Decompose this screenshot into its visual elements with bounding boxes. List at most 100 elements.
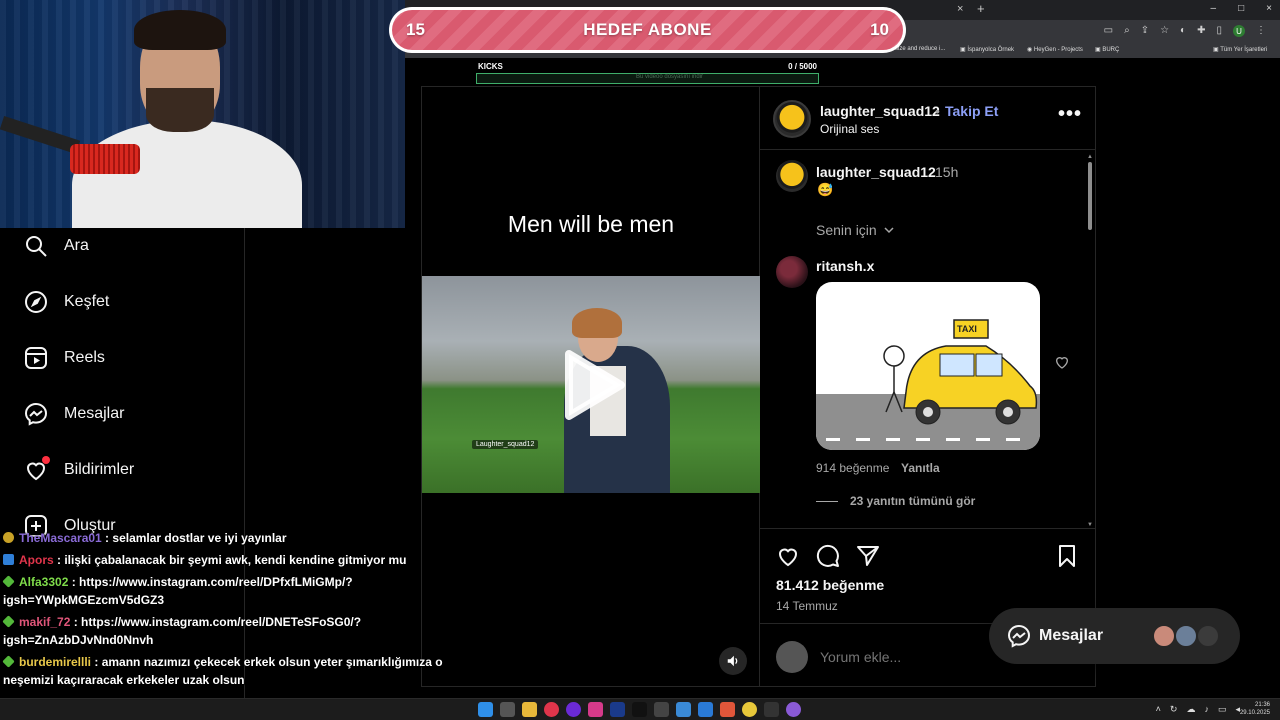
sync-icon[interactable]: ↻ — [1170, 704, 1178, 715]
messages-label: Mesajlar — [1039, 627, 1104, 644]
sidebar-item-messages[interactable]: Mesajlar — [24, 402, 124, 426]
sub-goal-target: 10 — [870, 20, 889, 39]
download-hint: Bu videoo dosyasını indir — [636, 74, 704, 80]
cloud-icon[interactable]: ☁ — [1186, 704, 1195, 715]
commenter-username[interactable]: ritansh.x — [816, 258, 874, 274]
avatar — [1196, 624, 1220, 648]
profile-avatar[interactable]: U — [1233, 25, 1245, 37]
start-icon[interactable] — [478, 702, 493, 717]
bookmark-item[interactable]: size and reduce i... — [895, 46, 945, 52]
app-icon[interactable] — [566, 702, 581, 717]
reel-video[interactable]: Men will be men Laughter_squad12 — [422, 87, 760, 686]
author-avatar[interactable] — [773, 100, 811, 138]
app-icon[interactable] — [676, 702, 691, 717]
scroll-up-arrow[interactable]: ▲ — [1087, 154, 1093, 160]
bookmark-item[interactable]: ◉ HeyGen - Projects — [1027, 46, 1083, 53]
comment-sort-dropdown[interactable]: Senin için — [816, 222, 895, 238]
chrome-icon[interactable] — [742, 702, 757, 717]
chevron-up-icon[interactable]: ˄ — [1156, 704, 1161, 715]
caption-username[interactable]: laughter_squad12 — [816, 164, 936, 180]
comment-input[interactable] — [820, 649, 1020, 665]
bookmark-item[interactable]: ▣ İspanyolca Örnek — [960, 46, 1014, 53]
app-icon[interactable] — [720, 702, 735, 717]
new-tab-button[interactable]: + — [977, 1, 985, 16]
comment-icon[interactable] — [816, 544, 840, 568]
window-close-button[interactable]: × — [1266, 3, 1272, 14]
bookmark-item[interactable]: ▣ Tüm Yer İşaretleri — [1213, 46, 1267, 53]
author-username[interactable]: laughter_squad12 — [820, 103, 940, 119]
tab-close-button[interactable]: × — [957, 3, 963, 15]
chat-separator: : — [68, 575, 80, 589]
minimize-button[interactable]: – — [1211, 3, 1217, 14]
sidebar-item-label: Mesajlar — [64, 405, 125, 422]
more-options-button[interactable]: ••• — [1058, 103, 1082, 126]
zoom-icon[interactable]: ⌕ — [1124, 25, 1130, 37]
app-icon[interactable] — [786, 702, 801, 717]
follow-button[interactable]: Takip Et — [945, 103, 998, 119]
clock-time: 21:36 — [1254, 702, 1270, 708]
mute-button[interactable] — [719, 647, 747, 675]
chat-message: Alfa3302 : https://www.instagram.com/ree… — [2, 572, 353, 592]
badge-icon — [3, 532, 14, 543]
system-clock[interactable]: 21:36 29.10.2025 — [1240, 701, 1270, 717]
messages-pill[interactable]: Mesajlar — [989, 608, 1240, 664]
network-icon[interactable]: ▭ — [1218, 704, 1227, 715]
share-icon[interactable]: ⇪ — [1141, 25, 1149, 37]
taxi-sign-text: TAXI — [957, 324, 977, 334]
streamer-beard — [146, 88, 214, 132]
sidebar-item-reels[interactable]: Reels — [24, 346, 105, 370]
play-icon[interactable] — [561, 350, 625, 420]
audio-label[interactable]: Orijinal ses — [820, 122, 879, 136]
save-icon[interactable] — [1055, 544, 1079, 568]
badge-icon — [2, 655, 15, 668]
app-icon[interactable] — [764, 702, 779, 717]
chat-username: burdemirellli — [19, 655, 92, 669]
app-icon[interactable] — [544, 702, 559, 717]
photoshop-icon[interactable] — [610, 702, 625, 717]
figure-hair — [572, 308, 622, 338]
mic-icon[interactable]: ♪ — [1204, 704, 1209, 715]
taskview-icon[interactable] — [500, 702, 515, 717]
view-replies-button[interactable]: 23 yanıtın tümünü gör — [816, 494, 975, 508]
star-icon[interactable]: ☆ — [1160, 25, 1169, 37]
cast-icon[interactable]: ▭ — [1104, 25, 1113, 37]
badge-icon — [3, 554, 14, 565]
app-icon[interactable] — [698, 702, 713, 717]
translate-icon[interactable]: ◐ — [1180, 25, 1186, 37]
compass-icon — [25, 291, 47, 313]
tiktok-icon[interactable] — [632, 702, 647, 717]
caption-avatar[interactable] — [776, 160, 808, 192]
sidebar-item-search[interactable]: Ara — [24, 234, 89, 258]
extensions-icon[interactable]: ✚ — [1197, 25, 1205, 37]
post-side-panel: laughter_squad12 • Takip Et Orijinal ses… — [760, 87, 1095, 686]
chat-separator: : — [70, 615, 82, 629]
comment-like-icon[interactable] — [1054, 354, 1070, 370]
comments-scrollbar[interactable]: ▲ ▼ — [1087, 154, 1093, 528]
folder-icon[interactable] — [522, 702, 537, 717]
scroll-thumb[interactable] — [1088, 162, 1092, 230]
instagram-icon[interactable] — [588, 702, 603, 717]
comment-like-count[interactable]: 914 beğenme — [816, 461, 889, 475]
chevron-down-icon — [884, 227, 894, 234]
kicks-count: 0 / 5000 — [788, 62, 817, 71]
system-tray: ˄ ↻ ☁ ♪ ▭ ◂ — [1156, 704, 1240, 715]
menu-icon[interactable]: ⋮ — [1256, 25, 1266, 37]
sidebar-icon[interactable]: ▯ — [1216, 25, 1222, 37]
maximize-button[interactable]: □ — [1238, 3, 1244, 14]
caption-text: 😅 — [817, 182, 834, 197]
kicks-goal: KICKS 0 / 5000 Bu videoo dosyasını indir — [476, 61, 819, 85]
like-icon[interactable] — [776, 544, 800, 568]
reply-button[interactable]: Yanıtla — [901, 461, 940, 475]
app-icon[interactable] — [654, 702, 669, 717]
chat-message: TheMascara01 : selamlar dostlar ve iyi y… — [3, 528, 287, 548]
taxi-gif-illustration — [816, 319, 1040, 450]
share-icon[interactable] — [856, 544, 880, 568]
post-like-count[interactable]: 81.412 beğenme — [776, 577, 884, 593]
bookmark-item[interactable]: ▣ BURÇ — [1095, 46, 1119, 53]
sub-goal-title: HEDEF ABONE — [583, 20, 712, 39]
sidebar-item-explore[interactable]: Keşfet — [24, 290, 109, 314]
commenter-avatar[interactable] — [776, 256, 808, 288]
sidebar-item-notifications[interactable]: Bildirimler — [24, 456, 134, 482]
chat-text: ilişki çabalanacak bir şeymi awk, kendi … — [64, 553, 407, 567]
post-header: laughter_squad12 • Takip Et Orijinal ses… — [760, 87, 1095, 150]
